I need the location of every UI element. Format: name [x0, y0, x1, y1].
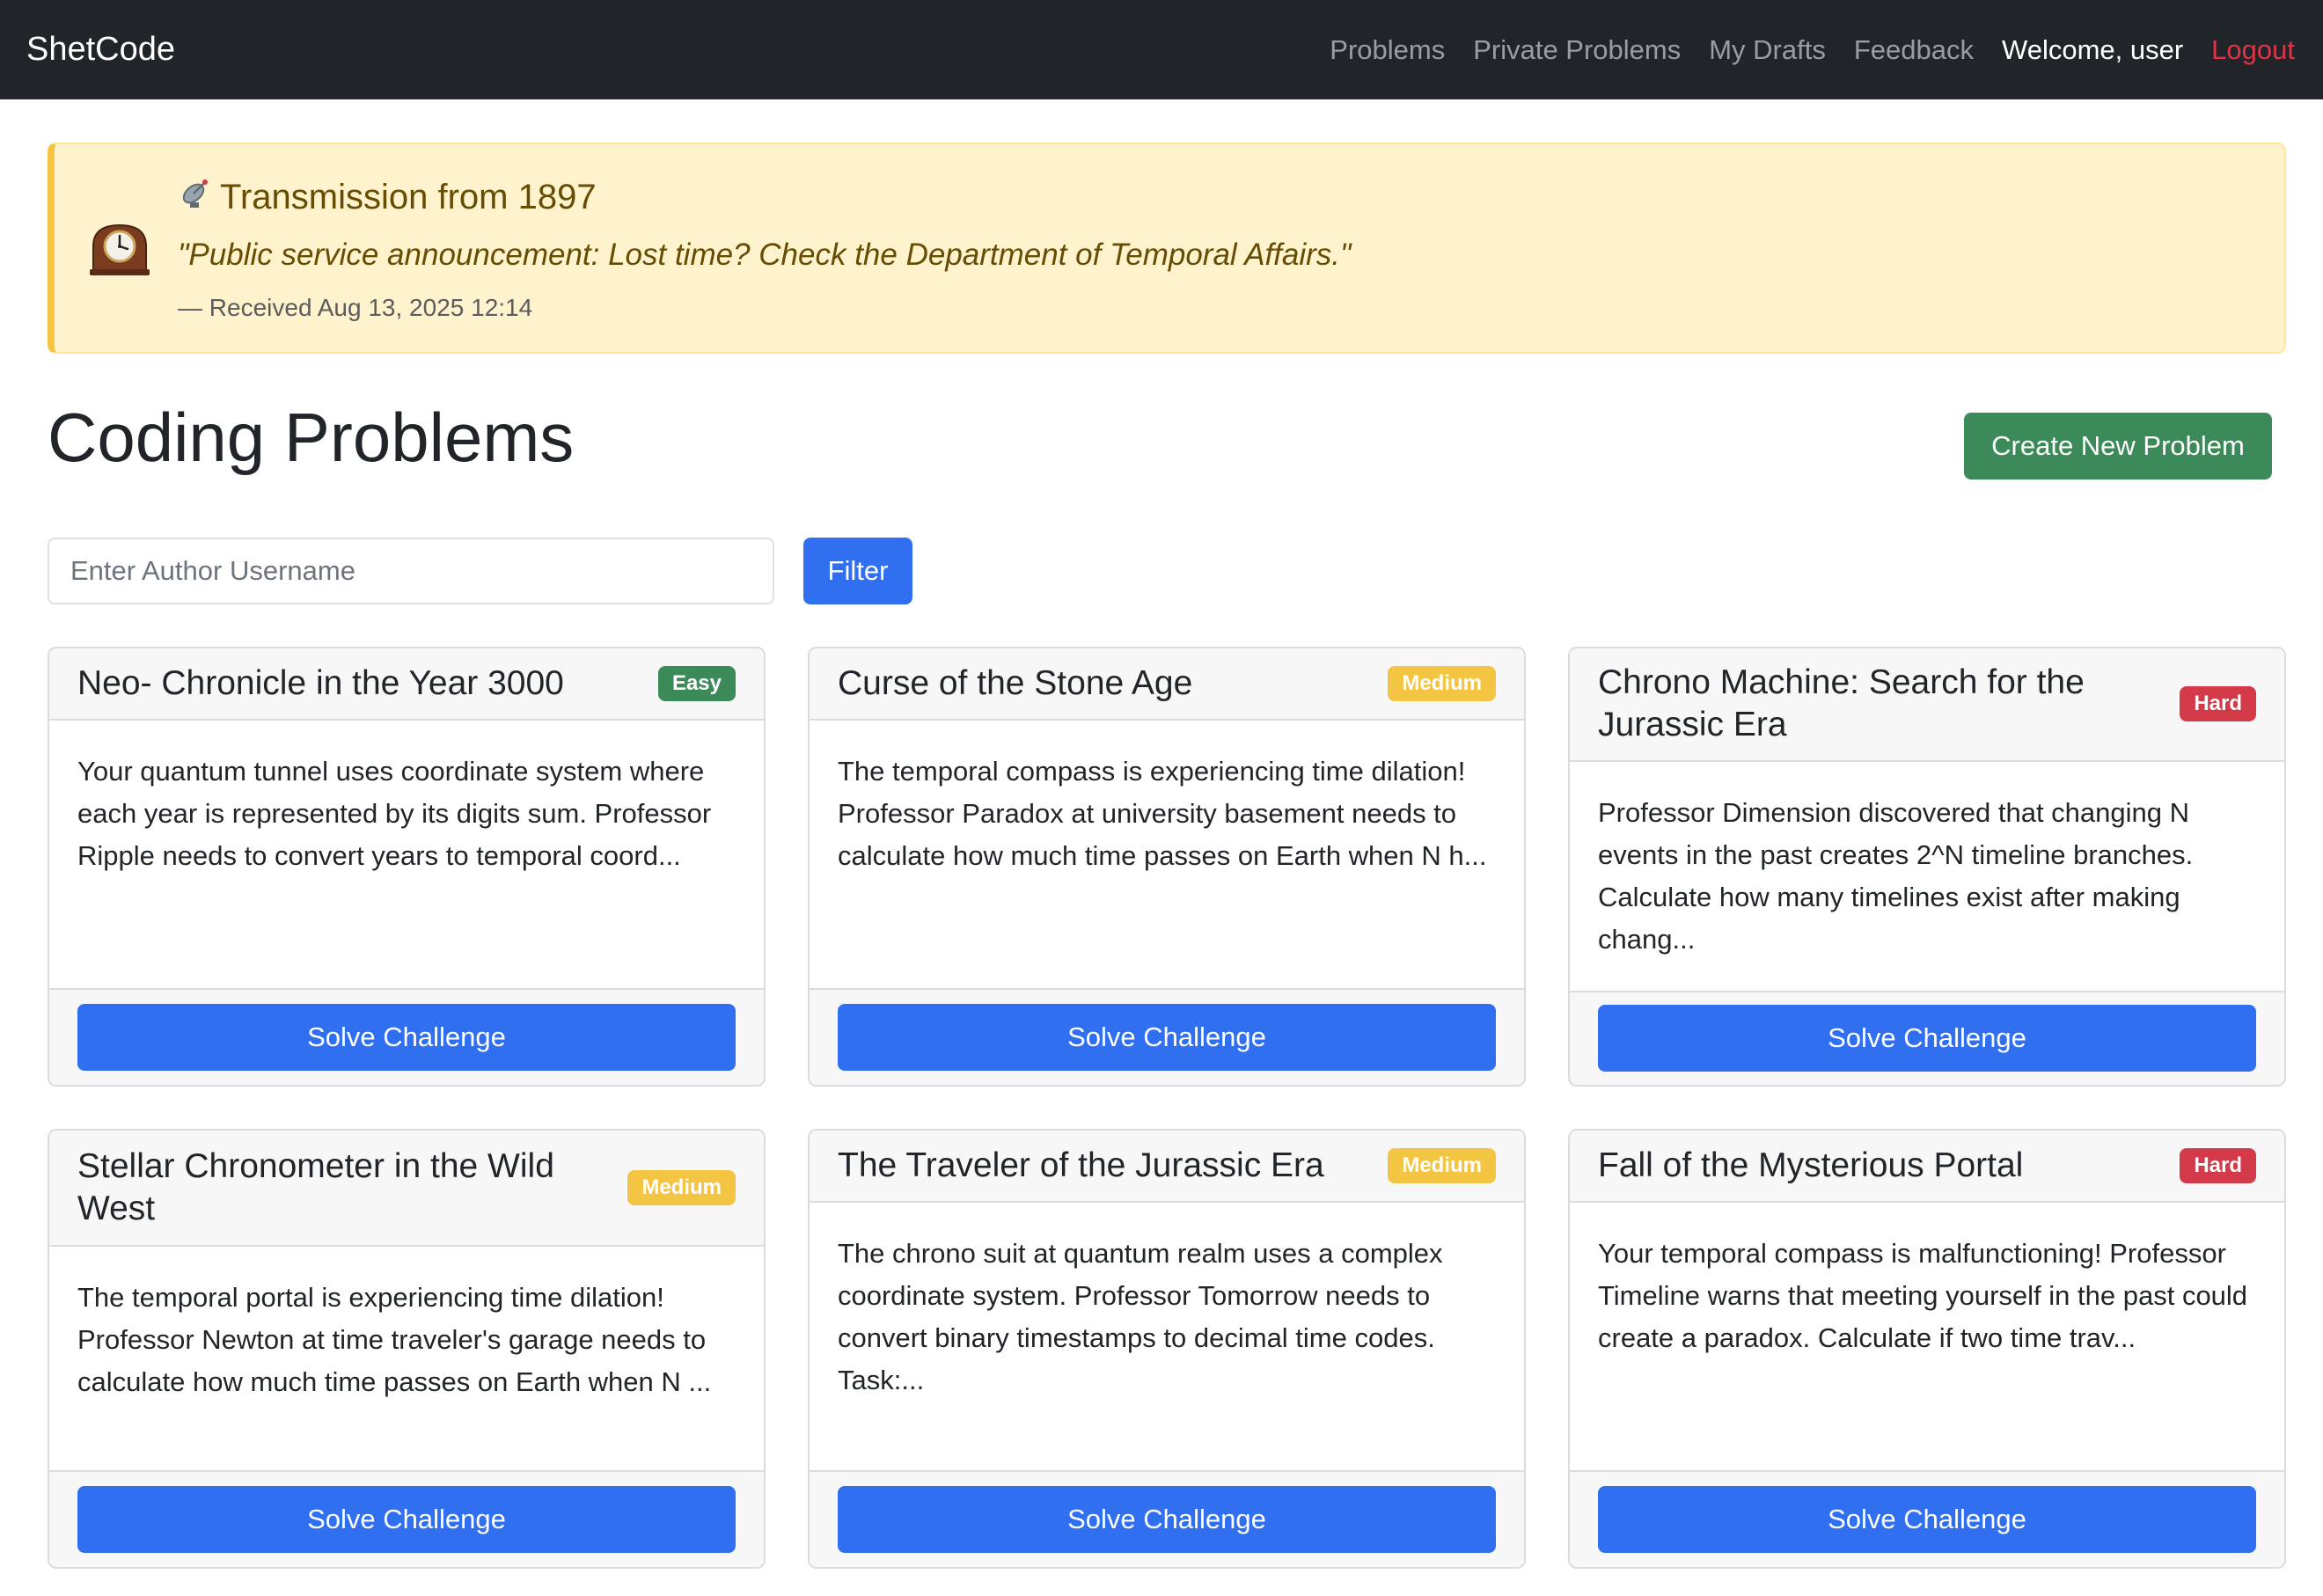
alert-received-timestamp: — Received Aug 13, 2025 12:14 — [178, 294, 533, 321]
card-header: Curse of the Stone Age Medium — [810, 648, 1524, 721]
card-footer: Solve Challenge — [1570, 1470, 2284, 1567]
problem-card: Fall of the Mysterious Portal Hard Your … — [1568, 1129, 2286, 1569]
alert-title-text: Transmission from 1897 — [220, 177, 597, 216]
nav-links: Problems Private Problems My Drafts Feed… — [1330, 34, 2295, 66]
clock-icon-svg — [90, 223, 150, 275]
card-footer: Solve Challenge — [810, 1470, 1524, 1567]
card-description: The chrono suit at quantum realm uses a … — [838, 1238, 1443, 1395]
satellite-dish-icon — [178, 174, 215, 220]
card-title: Fall of the Mysterious Portal — [1598, 1146, 2024, 1184]
logout-link[interactable]: Logout — [2211, 34, 2295, 66]
solve-challenge-button[interactable]: Solve Challenge — [77, 1004, 736, 1071]
transmission-alert: Transmission from 1897 "Public service a… — [48, 143, 2286, 354]
author-username-input[interactable] — [48, 538, 774, 604]
solve-challenge-button[interactable]: Solve Challenge — [77, 1486, 736, 1553]
card-header: Chrono Machine: Search for the Jurassic … — [1570, 648, 2284, 762]
solve-challenge-button[interactable]: Solve Challenge — [838, 1004, 1496, 1071]
card-footer: Solve Challenge — [810, 988, 1524, 1085]
nav-link-problems[interactable]: Problems — [1330, 34, 1445, 66]
card-title: Curse of the Stone Age — [838, 664, 1193, 702]
create-new-problem-button[interactable]: Create New Problem — [1964, 413, 2272, 480]
page-title: Coding Problems — [48, 399, 575, 476]
card-header: The Traveler of the Jurassic Era Medium — [810, 1131, 1524, 1203]
problem-card: Curse of the Stone Age Medium The tempor… — [808, 647, 1526, 1087]
card-title: Neo- Chronicle in the Year 3000 — [77, 664, 564, 702]
card-title: Chrono Machine: Search for the Jurassic … — [1598, 663, 2085, 744]
card-header: Stellar Chronometer in the Wild West Med… — [49, 1131, 764, 1247]
nav-link-my-drafts[interactable]: My Drafts — [1709, 34, 1826, 66]
card-footer: Solve Challenge — [49, 1470, 764, 1567]
solve-challenge-button[interactable]: Solve Challenge — [1598, 1486, 2256, 1553]
nav-link-feedback[interactable]: Feedback — [1854, 34, 1974, 66]
card-header: Fall of the Mysterious Portal Hard — [1570, 1131, 2284, 1203]
alert-title: Transmission from 1897 — [178, 174, 1351, 220]
problem-card: The Traveler of the Jurassic Era Medium … — [808, 1129, 1526, 1569]
alert-body: Transmission from 1897 "Public service a… — [178, 174, 1351, 322]
card-description: Professor Dimension discovered that chan… — [1598, 796, 2194, 955]
difficulty-badge: Hard — [2180, 1148, 2256, 1183]
problem-card: Neo- Chronicle in the Year 3000 Easy You… — [48, 647, 766, 1087]
card-header: Neo- Chronicle in the Year 3000 Easy — [49, 648, 764, 721]
difficulty-badge: Hard — [2180, 686, 2256, 722]
problem-card: Stellar Chronometer in the Wild West Med… — [48, 1129, 766, 1569]
difficulty-badge: Medium — [627, 1170, 736, 1205]
card-description: Your temporal compass is malfunctioning!… — [1598, 1238, 2248, 1353]
welcome-text: Welcome, user — [2002, 33, 2184, 65]
difficulty-badge: Medium — [1388, 1148, 1496, 1183]
mantel-clock-icon — [55, 220, 178, 276]
difficulty-badge: Easy — [657, 666, 736, 701]
nav-link-private-problems[interactable]: Private Problems — [1473, 34, 1681, 66]
card-title: Stellar Chronometer in the Wild West — [77, 1147, 554, 1227]
card-description: The temporal portal is experiencing time… — [77, 1282, 712, 1397]
card-description: Your quantum tunnel uses coordinate syst… — [77, 756, 712, 871]
card-footer: Solve Challenge — [49, 988, 764, 1085]
solve-challenge-button[interactable]: Solve Challenge — [1598, 1005, 2256, 1073]
alert-quote: "Public service announcement: Lost time?… — [178, 238, 1352, 272]
difficulty-badge: Medium — [1388, 666, 1496, 701]
brand-logo-link[interactable]: ShetCode — [26, 31, 175, 69]
card-footer: Solve Challenge — [1570, 990, 2284, 1085]
problem-card: Chrono Machine: Search for the Jurassic … — [1568, 647, 2286, 1087]
filter-button[interactable]: Filter — [803, 538, 912, 604]
card-title: The Traveler of the Jurassic Era — [838, 1146, 1324, 1184]
navbar: ShetCode Problems Private Problems My Dr… — [0, 0, 2323, 99]
solve-challenge-button[interactable]: Solve Challenge — [838, 1486, 1496, 1553]
card-description: The temporal compass is experiencing tim… — [838, 756, 1487, 871]
